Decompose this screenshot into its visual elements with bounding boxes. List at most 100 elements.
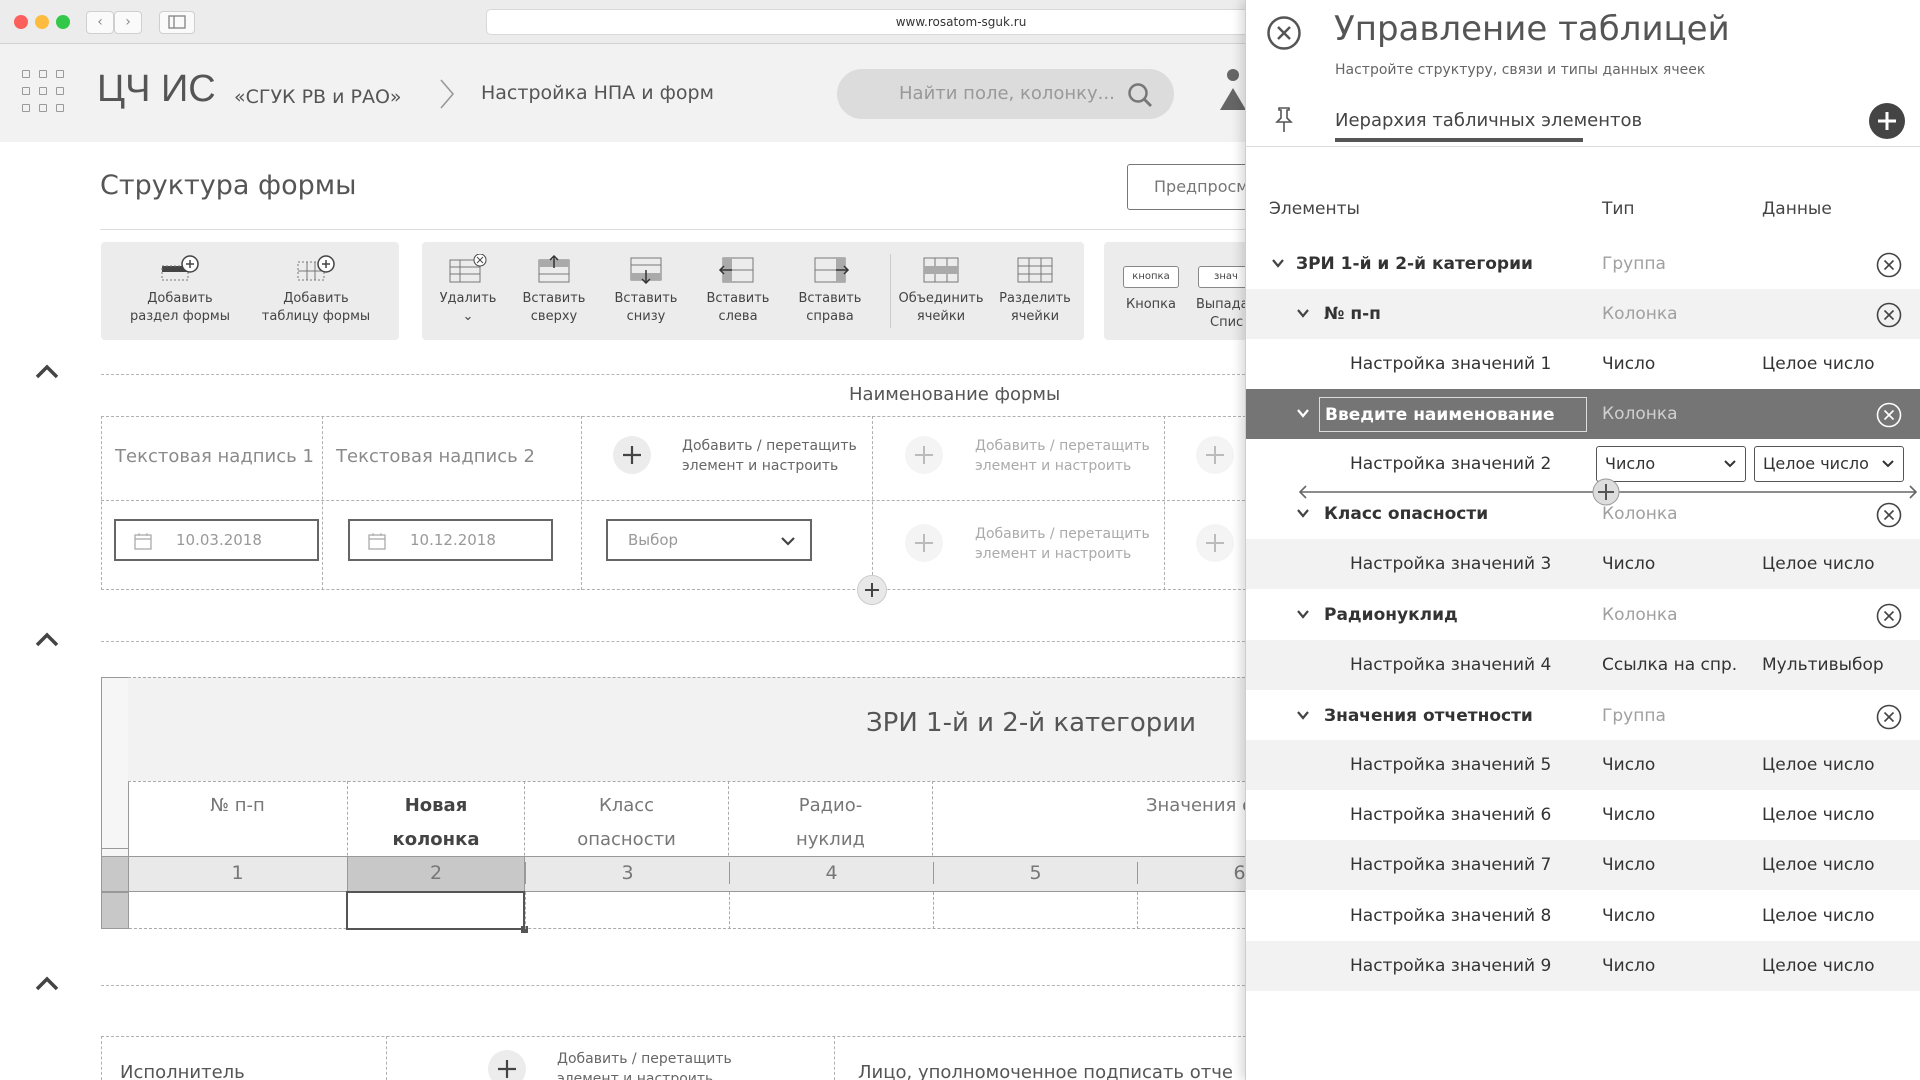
insert-right-icon <box>814 257 850 283</box>
tree-row[interactable]: Настройка значений 5 Число Целое число <box>1246 740 1920 790</box>
text-label-1[interactable]: Текстовая надпись 1 <box>115 446 314 467</box>
tree-row-selected[interactable]: Введите наименование Колонка <box>1246 389 1920 439</box>
add-element-button[interactable] <box>905 436 943 474</box>
chevron-down-icon[interactable] <box>1296 506 1310 520</box>
name-input[interactable]: Введите наименование <box>1319 397 1587 432</box>
merge-cells-button[interactable]: Объединить ячейки <box>894 242 988 340</box>
tree-row[interactable]: Класс опасности Колонка <box>1246 489 1920 539</box>
add-row-button[interactable] <box>857 575 887 605</box>
data-row-handle <box>101 892 129 929</box>
split-cells-icon <box>1017 257 1053 283</box>
insert-below-button[interactable]: Вставить снизу <box>606 242 686 340</box>
tree-row[interactable]: Радионуклид Колонка <box>1246 590 1920 640</box>
chevron-down-icon[interactable] <box>1296 607 1310 621</box>
add-element-button[interactable] <box>1196 524 1234 562</box>
user-avatar-icon[interactable] <box>1220 66 1245 110</box>
form-grid-col-divider <box>1164 416 1165 590</box>
authorized-person-label[interactable]: Лицо, уполномоченное подписать отче <box>858 1062 1233 1080</box>
sidebar-toggle-icon[interactable] <box>159 11 195 34</box>
chevron-down-icon <box>1724 460 1736 468</box>
add-element-button[interactable] <box>905 524 943 562</box>
tree-row[interactable]: Настройка значений 9 Число Целое число <box>1246 941 1920 991</box>
add-section-icon <box>161 255 199 281</box>
tree-row[interactable]: Настройка значений 8 Число Целое число <box>1246 891 1920 941</box>
search-icon[interactable] <box>1127 82 1153 108</box>
breadcrumb-chevron-icon <box>440 79 455 109</box>
add-table-button[interactable]: Добавить таблицу формы <box>251 242 381 340</box>
app-logo[interactable]: ЦЧ ИС <box>97 68 216 111</box>
tree-row[interactable]: № п-п Колонка <box>1246 289 1920 339</box>
date-field-1[interactable]: 10.03.2018 <box>114 519 319 561</box>
remove-icon[interactable] <box>1876 704 1902 730</box>
page-title: Структура формы <box>100 170 357 201</box>
remove-icon[interactable] <box>1876 603 1902 629</box>
tree-row[interactable]: Настройка значений 1 Число Целое число <box>1246 339 1920 389</box>
add-section-button[interactable]: Добавить раздел формы <box>115 242 245 340</box>
minimize-window-button[interactable] <box>35 15 49 29</box>
add-element-button[interactable] <box>613 436 651 474</box>
chevron-down-icon[interactable] <box>1296 306 1310 320</box>
add-element-icon[interactable] <box>1868 102 1906 140</box>
remove-icon[interactable] <box>1876 402 1902 428</box>
delete-button[interactable]: Удалить ⌄ <box>430 242 506 340</box>
insert-above-button[interactable]: Вставить сверху <box>514 242 594 340</box>
collapse-section-1-icon[interactable] <box>34 362 60 380</box>
text-label-2[interactable]: Текстовая надпись 2 <box>336 446 535 467</box>
tree-row[interactable]: Значения отчетности Группа <box>1246 691 1920 741</box>
form-name: Наименование формы <box>849 384 1061 405</box>
panel-divider <box>1246 146 1920 147</box>
tree-row[interactable]: Настройка значений 6 Число Целое число <box>1246 790 1920 840</box>
search-placeholder: Найти поле, колонку... <box>899 83 1115 104</box>
collapse-section-3-icon[interactable] <box>34 974 60 992</box>
section-divider <box>101 985 1245 986</box>
form-grid-col-divider <box>581 416 582 590</box>
type-select[interactable]: Число <box>1596 446 1746 482</box>
collapse-section-2-icon[interactable] <box>34 630 60 648</box>
remove-icon[interactable] <box>1876 302 1902 328</box>
selected-cell[interactable] <box>346 891 525 930</box>
table-title-cell[interactable]: ЗРИ 1-й и 2-й категории <box>128 677 1245 781</box>
add-element-button[interactable] <box>488 1050 526 1080</box>
insert-left-icon <box>718 257 754 283</box>
column-number: 3 <box>525 862 729 884</box>
search-input[interactable]: Найти поле, колонку... <box>837 69 1174 119</box>
close-panel-icon[interactable] <box>1266 15 1302 51</box>
signature-col-divider <box>834 1036 835 1080</box>
split-cells-button[interactable]: Разделить ячейки <box>994 242 1076 340</box>
chevron-down-icon[interactable] <box>1296 406 1310 420</box>
preview-button[interactable]: Предпросм <box>1127 164 1245 210</box>
remove-icon[interactable] <box>1876 502 1902 528</box>
add-element-hint: Добавить / перетащить элемент и настроить <box>557 1051 732 1080</box>
data-select[interactable]: Целое число <box>1754 446 1904 482</box>
close-window-button[interactable] <box>14 15 28 29</box>
tree-row[interactable]: Настройка значений 3 Число Целое число <box>1246 539 1920 589</box>
back-icon[interactable]: ‹ <box>86 11 114 34</box>
date-field-2[interactable]: 10.12.2018 <box>348 519 553 561</box>
breadcrumb[interactable]: Настройка НПА и форм <box>481 82 714 104</box>
pin-icon[interactable] <box>1273 106 1295 134</box>
insert-right-button[interactable]: Вставить справа <box>790 242 870 340</box>
table-management-panel: Управление таблицей Настройте структуру,… <box>1245 0 1920 1080</box>
panel-subtitle: Настройте структуру, связи и типы данных… <box>1335 62 1706 78</box>
form-editor: ЦЧ ИС «СГУК РВ и РАО» Настройка НПА и фо… <box>0 44 1245 1080</box>
form-grid-row-divider <box>101 500 1245 501</box>
add-element-button[interactable] <box>1196 436 1234 474</box>
select-field[interactable]: Выбор <box>606 519 812 561</box>
chevron-down-icon[interactable] <box>1271 256 1285 270</box>
divider <box>100 229 1245 230</box>
zoom-window-button[interactable] <box>56 15 70 29</box>
insert-left-button[interactable]: Вставить слева <box>698 242 778 340</box>
tree-row[interactable]: ЗРИ 1-й и 2-й категории Группа <box>1246 239 1920 289</box>
apps-grid-icon[interactable] <box>22 70 78 120</box>
remove-icon[interactable] <box>1876 252 1902 278</box>
plus-icon <box>1206 534 1224 552</box>
chevron-down-icon[interactable] <box>1296 708 1310 722</box>
forward-icon[interactable]: › <box>114 11 142 34</box>
tree-row[interactable]: Настройка значений 4 Ссылка на спр. Муль… <box>1246 640 1920 690</box>
button-control-button[interactable]: кнопка Кнопка <box>1116 242 1186 340</box>
tree-row[interactable]: Настройка значений 7 Число Целое число <box>1246 840 1920 890</box>
executor-label[interactable]: Исполнитель <box>120 1062 245 1080</box>
dropdown-control-button[interactable]: знач Выпада Спис <box>1192 242 1245 340</box>
tab-hierarchy[interactable]: Иерархия табличных элементов <box>1335 110 1642 131</box>
chevron-down-icon[interactable]: ⌄ <box>430 308 506 326</box>
